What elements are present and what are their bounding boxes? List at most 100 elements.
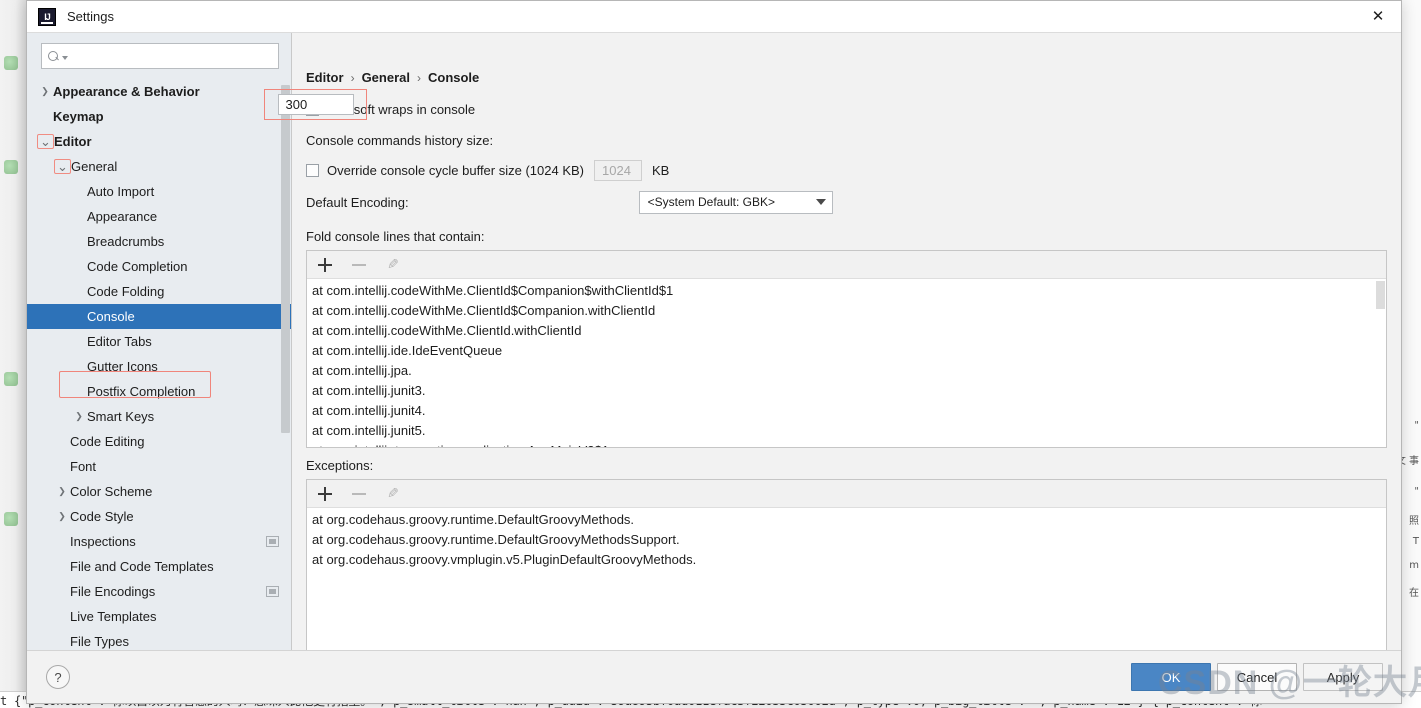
sidebar-item-console[interactable]: Console xyxy=(27,304,291,329)
fold-list-item[interactable]: at com.intellij.codeWithMe.ClientId.with… xyxy=(307,321,1386,341)
sidebar-item-code-editing[interactable]: Code Editing xyxy=(27,429,291,454)
sidebar-item-label: Color Scheme xyxy=(70,484,152,499)
fold-list-item[interactable]: at com.intellij.ide.IdeEventQueue xyxy=(307,341,1386,361)
sidebar-item-label: Code Folding xyxy=(87,284,164,299)
sidebar-item-label: Code Style xyxy=(70,509,134,524)
backdrop-right-text: 照 xyxy=(1409,512,1419,527)
dialog-footer: ? OK Cancel Apply xyxy=(27,650,1401,703)
sidebar-item-code-style[interactable]: ❯Code Style xyxy=(27,504,291,529)
breadcrumb-editor[interactable]: Editor xyxy=(306,70,344,85)
backdrop-tool-icon xyxy=(4,512,18,526)
cycle-buffer-checkbox[interactable] xyxy=(306,164,319,177)
cycle-buffer-unit: KB xyxy=(652,163,669,178)
sidebar-item-appearance-behavior[interactable]: ❯Appearance & Behavior xyxy=(27,79,291,104)
dialog-body: ❯Appearance & BehaviorKeymap⌄Editor⌄Gene… xyxy=(27,33,1401,650)
fold-list-item[interactable]: at com.intellij.junit5. xyxy=(307,421,1386,441)
cycle-buffer-label[interactable]: Override console cycle buffer size (1024… xyxy=(327,163,584,178)
exceptions-list-items[interactable]: at org.codehaus.groovy.runtime.DefaultGr… xyxy=(307,508,1386,650)
fold-list-scrollbar[interactable] xyxy=(1375,279,1386,447)
backdrop-tool-icon xyxy=(4,372,18,386)
chevron-right-icon[interactable]: ❯ xyxy=(37,86,53,97)
exception-list-item[interactable]: at org.codehaus.groovy.runtime.DefaultGr… xyxy=(307,530,1386,550)
fold-list-scrollbar-thumb[interactable] xyxy=(1376,281,1385,309)
sidebar-item-breadcrumbs[interactable]: Breadcrumbs xyxy=(27,229,291,254)
sidebar-item-font[interactable]: Font xyxy=(27,454,291,479)
chevron-right-icon[interactable]: ❯ xyxy=(54,511,70,522)
cycle-buffer-input[interactable]: 1024 xyxy=(594,160,642,181)
sidebar-item-color-scheme[interactable]: ❯Color Scheme xyxy=(27,479,291,504)
sidebar-item-editor-tabs[interactable]: Editor Tabs xyxy=(27,329,291,354)
soft-wraps-row: Use soft wraps in console xyxy=(306,95,1387,124)
cancel-button[interactable]: Cancel xyxy=(1217,663,1297,691)
fold-list-item[interactable]: at com.intellij.codeWithMe.ClientId$Comp… xyxy=(307,281,1386,301)
help-button[interactable]: ? xyxy=(46,665,70,689)
sidebar-item-label: File Encodings xyxy=(70,584,155,599)
sidebar-item-gutter-icons[interactable]: Gutter Icons xyxy=(27,354,291,379)
sidebar-item-file-types[interactable]: File Types xyxy=(27,629,291,650)
history-size-label: Console commands history size: xyxy=(306,133,493,148)
settings-dialog: Settings ✕ ❯Appearance & Behavior Keymap ⌄… xyxy=(26,0,1402,704)
sidebar-item-label: Postfix Completion xyxy=(87,384,195,399)
chevron-right-icon[interactable]: ❯ xyxy=(71,411,87,422)
exception-list-item[interactable]: at org.codehaus.groovy.vmplugin.v5.Plugi… xyxy=(307,550,1386,570)
fold-list-item[interactable]: at com.intellij.jpa. xyxy=(307,361,1386,381)
fold-list-item[interactable]: at com.intellij.junit4. xyxy=(307,401,1386,421)
minus-icon[interactable] xyxy=(350,485,368,503)
apply-button[interactable]: Apply xyxy=(1303,663,1383,691)
plus-icon[interactable] xyxy=(316,485,334,503)
sidebar-item-code-completion[interactable]: Code Completion xyxy=(27,254,291,279)
sidebar-item-smart-keys[interactable]: ❯Smart Keys xyxy=(27,404,291,429)
chevron-right-icon[interactable]: ❯ xyxy=(54,486,70,497)
plus-icon[interactable] xyxy=(316,256,334,274)
project-scope-badge-icon xyxy=(266,586,279,597)
cycle-buffer-row: Override console cycle buffer size (1024… xyxy=(306,156,1387,185)
encoding-select[interactable]: <System Default: GBK> xyxy=(639,191,833,214)
pencil-icon[interactable]: ✎ xyxy=(384,485,402,503)
sidebar-item-file-encodings[interactable]: File Encodings xyxy=(27,579,291,604)
encoding-row: Default Encoding: <System Default: GBK> xyxy=(306,185,1387,219)
sidebar-item-postfix-completion[interactable]: Postfix Completion xyxy=(27,379,291,404)
exception-list-item[interactable]: at org.codehaus.groovy.runtime.DefaultGr… xyxy=(307,510,1386,530)
sidebar-item-editor[interactable]: ⌄Editor xyxy=(27,129,291,154)
sidebar-item-label: Code Completion xyxy=(87,259,187,274)
minus-icon[interactable] xyxy=(350,256,368,274)
breadcrumb-general[interactable]: General xyxy=(362,70,410,85)
fold-list-items[interactable]: at com.intellij.codeWithMe.ClientId$Comp… xyxy=(307,279,1386,447)
sidebar-item-live-templates[interactable]: Live Templates xyxy=(27,604,291,629)
search-input[interactable] xyxy=(72,48,272,64)
sidebar-item-file-and-code-templates[interactable]: File and Code Templates xyxy=(27,554,291,579)
sidebar-item-label: Live Templates xyxy=(70,609,156,624)
chevron-down-icon[interactable]: ⌄ xyxy=(37,134,54,149)
sidebar-item-label: Keymap xyxy=(53,109,104,124)
settings-main-panel: Editor › General › Console Use soft wrap… xyxy=(292,33,1401,650)
ok-button[interactable]: OK xyxy=(1131,663,1211,691)
dialog-button-group: OK Cancel Apply xyxy=(1131,663,1383,691)
chevron-down-icon[interactable] xyxy=(62,56,68,60)
search-box[interactable] xyxy=(41,43,279,69)
sidebar-item-label: Smart Keys xyxy=(87,409,154,424)
sidebar-item-code-folding[interactable]: Code Folding xyxy=(27,279,291,304)
search-container xyxy=(27,33,291,77)
close-icon[interactable]: ✕ xyxy=(1355,1,1401,31)
breadcrumb-console: Console xyxy=(428,70,479,85)
fold-list-item[interactable]: at com.intellij.codeWithMe.ClientId$Comp… xyxy=(307,301,1386,321)
sidebar-item-auto-import[interactable]: Auto Import xyxy=(27,179,291,204)
sidebar-item-inspections[interactable]: Inspections xyxy=(27,529,291,554)
sidebar-scrollbar-thumb[interactable] xyxy=(281,85,290,433)
pencil-icon[interactable]: ✎ xyxy=(384,256,402,274)
breadcrumb-separator: › xyxy=(351,71,355,85)
settings-tree[interactable]: ❯Appearance & Behavior Keymap ⌄Editor⌄Gene… xyxy=(27,77,291,650)
history-size-input[interactable]: 300 xyxy=(278,94,354,115)
fold-list-item[interactable]: at com.intellij.junit3. xyxy=(307,381,1386,401)
sidebar-item-label: Breadcrumbs xyxy=(87,234,164,249)
fold-lines-listbox: ✎ at com.intellij.codeWithMe.ClientId$Co… xyxy=(306,250,1387,448)
sidebar-item-appearance[interactable]: Appearance xyxy=(27,204,291,229)
sidebar-item-keymap[interactable]: Keymap xyxy=(27,104,291,129)
project-scope-badge-icon xyxy=(266,536,279,547)
backdrop-right-text: 在 xyxy=(1409,584,1419,599)
sidebar-item-general[interactable]: ⌄General xyxy=(27,154,291,179)
chevron-down-icon[interactable]: ⌄ xyxy=(54,159,71,174)
dialog-title: Settings xyxy=(67,9,114,24)
fold-list-item[interactable]: at com.intellij.rt.execution.application… xyxy=(307,441,1386,447)
sidebar-scrollbar[interactable] xyxy=(280,77,291,650)
